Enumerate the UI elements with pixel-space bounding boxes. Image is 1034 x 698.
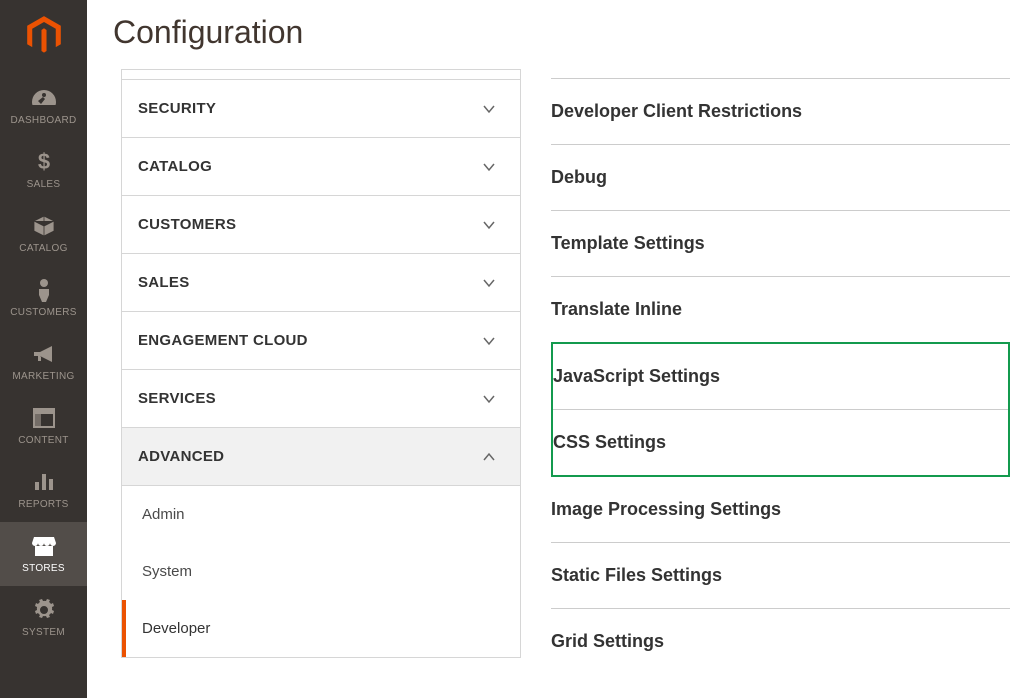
side-section-engagement-cloud[interactable]: ENGAGEMENT CLOUD [122, 312, 520, 370]
box-icon [32, 212, 56, 240]
chevron-down-icon [482, 392, 496, 406]
sub-item-label: Developer [142, 620, 210, 637]
side-section-title: ADVANCED [138, 448, 224, 465]
setting-label: Static Files Settings [551, 565, 722, 585]
side-section-title: ENGAGEMENT CLOUD [138, 332, 308, 349]
setting-debug[interactable]: Debug [551, 145, 1010, 211]
setting-label: Debug [551, 167, 607, 187]
svg-text:$: $ [37, 150, 49, 174]
page-title: Configuration [87, 0, 1034, 69]
setting-translate-inline[interactable]: Translate Inline [551, 277, 1010, 343]
nav-marketing[interactable]: MARKETING [0, 330, 87, 394]
setting-grid-settings[interactable]: Grid Settings [551, 609, 1010, 674]
chevron-down-icon [482, 276, 496, 290]
setting-label: Developer Client Restrictions [551, 101, 802, 121]
side-section-catalog[interactable]: CATALOG [122, 138, 520, 196]
highlight-annotation: JavaScript Settings CSS Settings [551, 342, 1010, 477]
sub-item-developer[interactable]: Developer [122, 600, 520, 657]
setting-label: Template Settings [551, 233, 705, 253]
side-section-services[interactable]: SERVICES [122, 370, 520, 428]
chevron-down-icon [482, 160, 496, 174]
dashboard-icon [31, 84, 57, 112]
layout-icon [33, 404, 55, 432]
nav-label: REPORTS [18, 499, 68, 510]
side-section-security[interactable]: SECURITY [122, 80, 520, 138]
setting-label: Translate Inline [551, 299, 682, 319]
setting-developer-client-restrictions[interactable]: Developer Client Restrictions [551, 79, 1010, 145]
nav-label: DASHBOARD [10, 115, 76, 126]
setting-label: JavaScript Settings [553, 366, 720, 386]
nav-label: STORES [22, 563, 65, 574]
setting-label: Grid Settings [551, 631, 664, 651]
side-section-customers[interactable]: CUSTOMERS [122, 196, 520, 254]
nav-label: CONTENT [18, 435, 68, 446]
config-side-panel: SECURITY CATALOG CUSTOMERS SALES [121, 69, 521, 698]
store-icon [32, 532, 56, 560]
setting-image-processing-settings[interactable]: Image Processing Settings [551, 477, 1010, 543]
sub-item-admin[interactable]: Admin [122, 486, 520, 543]
vertical-nav: DASHBOARD $ SALES CATALOG CUSTOMERS MARK… [0, 0, 87, 698]
setting-template-settings[interactable]: Template Settings [551, 211, 1010, 277]
nav-sales[interactable]: $ SALES [0, 138, 87, 202]
gear-icon [33, 596, 55, 624]
nav-system[interactable]: SYSTEM [0, 586, 87, 650]
chevron-down-icon [482, 334, 496, 348]
chevron-down-icon [482, 218, 496, 232]
bar-chart-icon [33, 468, 55, 496]
dollar-icon: $ [36, 148, 52, 176]
nav-reports[interactable]: REPORTS [0, 458, 87, 522]
setting-css-settings[interactable]: CSS Settings [553, 410, 1008, 475]
setting-label: Image Processing Settings [551, 499, 781, 519]
side-section-advanced[interactable]: ADVANCED [122, 428, 520, 486]
setting-label: CSS Settings [553, 432, 666, 452]
nav-label: CATALOG [19, 243, 67, 254]
nav-label: MARKETING [12, 371, 74, 382]
sub-item-label: Admin [142, 506, 185, 523]
nav-label: SYSTEM [22, 627, 65, 638]
side-section-title: SALES [138, 274, 190, 291]
nav-content[interactable]: CONTENT [0, 394, 87, 458]
nav-label: SALES [27, 179, 61, 190]
side-section-title: CATALOG [138, 158, 212, 175]
person-icon [36, 276, 52, 304]
nav-customers[interactable]: CUSTOMERS [0, 266, 87, 330]
side-section-sales[interactable]: SALES [122, 254, 520, 312]
side-section-title: SECURITY [138, 100, 216, 117]
setting-static-files-settings[interactable]: Static Files Settings [551, 543, 1010, 609]
sub-item-system[interactable]: System [122, 543, 520, 600]
chevron-down-icon [482, 102, 496, 116]
settings-panel: Developer Client Restrictions Debug Temp… [521, 69, 1034, 698]
side-section-title: SERVICES [138, 390, 216, 407]
megaphone-icon [32, 340, 56, 368]
sub-item-label: System [142, 563, 192, 580]
nav-stores[interactable]: STORES [0, 522, 87, 586]
setting-javascript-settings[interactable]: JavaScript Settings [553, 344, 1008, 410]
nav-catalog[interactable]: CATALOG [0, 202, 87, 266]
nav-label: CUSTOMERS [10, 307, 76, 318]
chevron-up-icon [482, 450, 496, 464]
side-section-title: CUSTOMERS [138, 216, 236, 233]
nav-dashboard[interactable]: DASHBOARD [0, 74, 87, 138]
magento-logo-icon [23, 14, 65, 56]
